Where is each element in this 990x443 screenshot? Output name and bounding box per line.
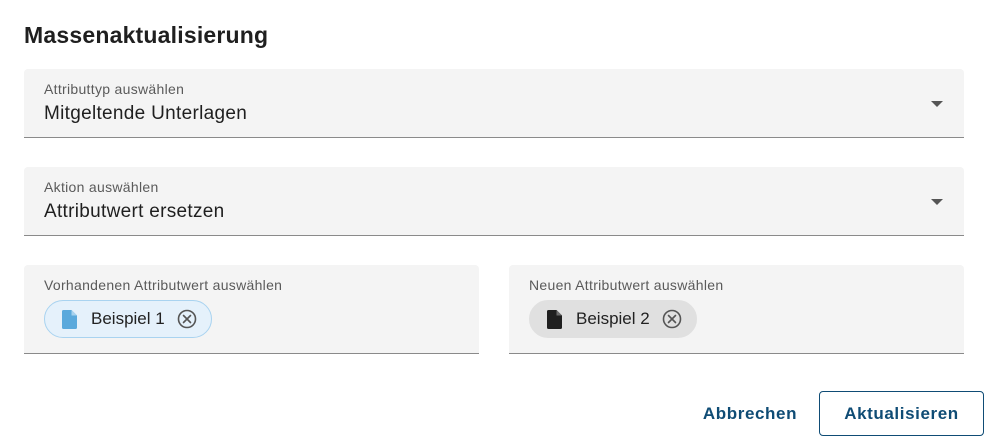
new-value-field[interactable]: Neuen Attributwert auswählen Beispiel 2 (509, 265, 964, 354)
new-value-chip-text: Beispiel 2 (576, 309, 650, 328)
existing-value-chip[interactable]: Beispiel 1 (44, 300, 212, 338)
new-value-chip[interactable]: Beispiel 2 (529, 300, 697, 338)
dropdown-arrow-icon[interactable] (931, 199, 943, 205)
cancel-button[interactable]: Abbrechen (690, 392, 810, 435)
document-icon (547, 309, 562, 329)
remove-circle-icon[interactable] (662, 309, 682, 329)
new-value-label: Neuen Attributwert auswählen (529, 277, 724, 293)
existing-value-chip-text: Beispiel 1 (91, 309, 165, 328)
remove-circle-icon[interactable] (177, 309, 197, 329)
attribute-type-select[interactable]: Attributtyp auswählen Mitgeltende Unterl… (24, 69, 964, 138)
attribute-type-value: Mitgeltende Unterlagen (44, 103, 248, 124)
update-button[interactable]: Aktualisieren (819, 391, 984, 436)
dialog-title: Massenaktualisierung (24, 22, 269, 48)
existing-value-label: Vorhandenen Attributwert auswählen (44, 277, 283, 293)
action-label: Aktion auswählen (44, 179, 159, 195)
attribute-type-label: Attributtyp auswählen (44, 81, 185, 97)
document-icon (62, 309, 77, 329)
existing-value-field[interactable]: Vorhandenen Attributwert auswählen Beisp… (24, 265, 479, 354)
action-select[interactable]: Aktion auswählen Attributwert ersetzen (24, 167, 964, 236)
action-value: Attributwert ersetzen (44, 201, 225, 222)
dropdown-arrow-icon[interactable] (931, 101, 943, 107)
